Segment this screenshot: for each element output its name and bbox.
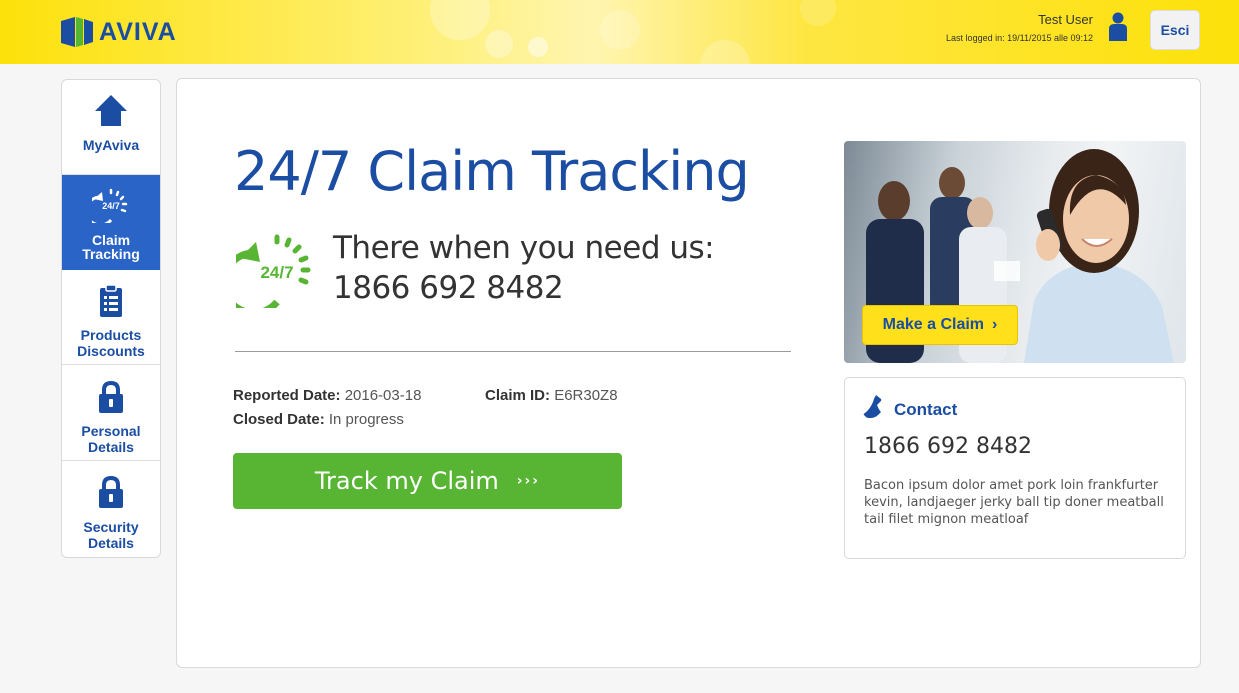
claim-id-label: Claim ID: — [485, 387, 551, 404]
contact-title: Contact — [894, 400, 958, 419]
closed-date-label: Closed Date: — [233, 411, 325, 428]
sidebar-item-security-details[interactable]: Security Details — [62, 461, 160, 556]
header-decoration — [430, 0, 490, 40]
user-name: Test User — [1038, 12, 1093, 27]
make-a-claim-button[interactable]: Make a Claim › — [862, 305, 1018, 345]
sidebar-item-label: Discounts — [77, 343, 145, 359]
phone-number[interactable]: 1866 692 8482 — [333, 270, 564, 306]
claim-id: Claim ID: E6R30Z8 — [485, 387, 618, 404]
page-title: 24/7 Claim Tracking — [234, 140, 750, 203]
icon-text: 24/7 — [260, 263, 293, 282]
make-a-claim-label: Make a Claim — [882, 316, 985, 333]
sidebar-item-label: Security — [83, 519, 139, 535]
header-decoration — [528, 37, 548, 57]
sidebar-item-label: Products — [80, 327, 142, 343]
sidebar-item-myaviva[interactable]: MyAviva — [62, 80, 160, 175]
track-my-claim-label: Track my Claim — [314, 467, 499, 495]
header-decoration — [700, 40, 750, 64]
sidebar-item-products-discounts[interactable]: Products Discounts — [62, 270, 160, 365]
aviva-logo[interactable]: AVIVA — [61, 17, 177, 47]
lock-icon — [99, 475, 123, 508]
sidebar-item-personal-details[interactable]: Personal Details — [62, 366, 160, 461]
sidebar-item-claim-tracking[interactable]: 24/7 Claim Tracking — [62, 175, 160, 270]
clock-24-7-icon: 24/7 — [236, 234, 311, 308]
clipboard-icon — [100, 284, 122, 317]
sidebar-item-label: Details — [88, 535, 134, 551]
closed-date: Closed Date: In progress — [233, 411, 404, 428]
reported-date-value: 2016-03-18 — [344, 387, 422, 404]
user-icon[interactable] — [1108, 12, 1128, 42]
closed-date-value: In progress — [328, 411, 404, 428]
contact-phone[interactable]: 1866 692 8482 — [864, 434, 1032, 459]
contact-description: Bacon ipsum dolor amet pork loin frankfu… — [864, 478, 1164, 527]
reported-date: Reported Date: 2016-03-18 — [233, 387, 421, 404]
claim-id-value: E6R30Z8 — [554, 387, 618, 404]
chevron-right-icon: › — [992, 316, 998, 333]
home-icon — [95, 95, 127, 126]
tagline: There when you need us: — [333, 230, 715, 266]
divider — [235, 351, 791, 352]
last-login: Last logged in: 19/11/2015 alle 09:12 — [946, 33, 1093, 43]
top-header — [0, 0, 1239, 64]
aviva-logo-mark-icon — [61, 17, 93, 47]
sidebar-item-label: Tracking — [82, 246, 140, 262]
header-decoration — [800, 0, 836, 26]
brand-name: AVIVA — [99, 17, 177, 46]
sidebar-item-label: Details — [88, 439, 134, 455]
sidebar-item-label: Personal — [81, 423, 141, 439]
track-my-claim-button[interactable]: Track my Claim ››› — [233, 453, 622, 509]
header-decoration — [600, 10, 640, 50]
triple-chevron-icon: ››› — [516, 473, 541, 489]
reported-date-label: Reported Date: — [233, 387, 341, 404]
logout-button[interactable]: Esci — [1150, 10, 1200, 50]
claim-tracking-24-7-icon: 24/7 — [92, 188, 128, 223]
sidebar-nav: MyAviva 24/7 Claim Tracking Products Dis… — [61, 79, 161, 558]
sidebar-item-label: MyAviva — [82, 137, 140, 153]
lock-icon — [99, 380, 123, 413]
icon-text: 24/7 — [102, 201, 120, 211]
header-decoration — [485, 30, 513, 58]
phone-icon — [863, 395, 882, 418]
